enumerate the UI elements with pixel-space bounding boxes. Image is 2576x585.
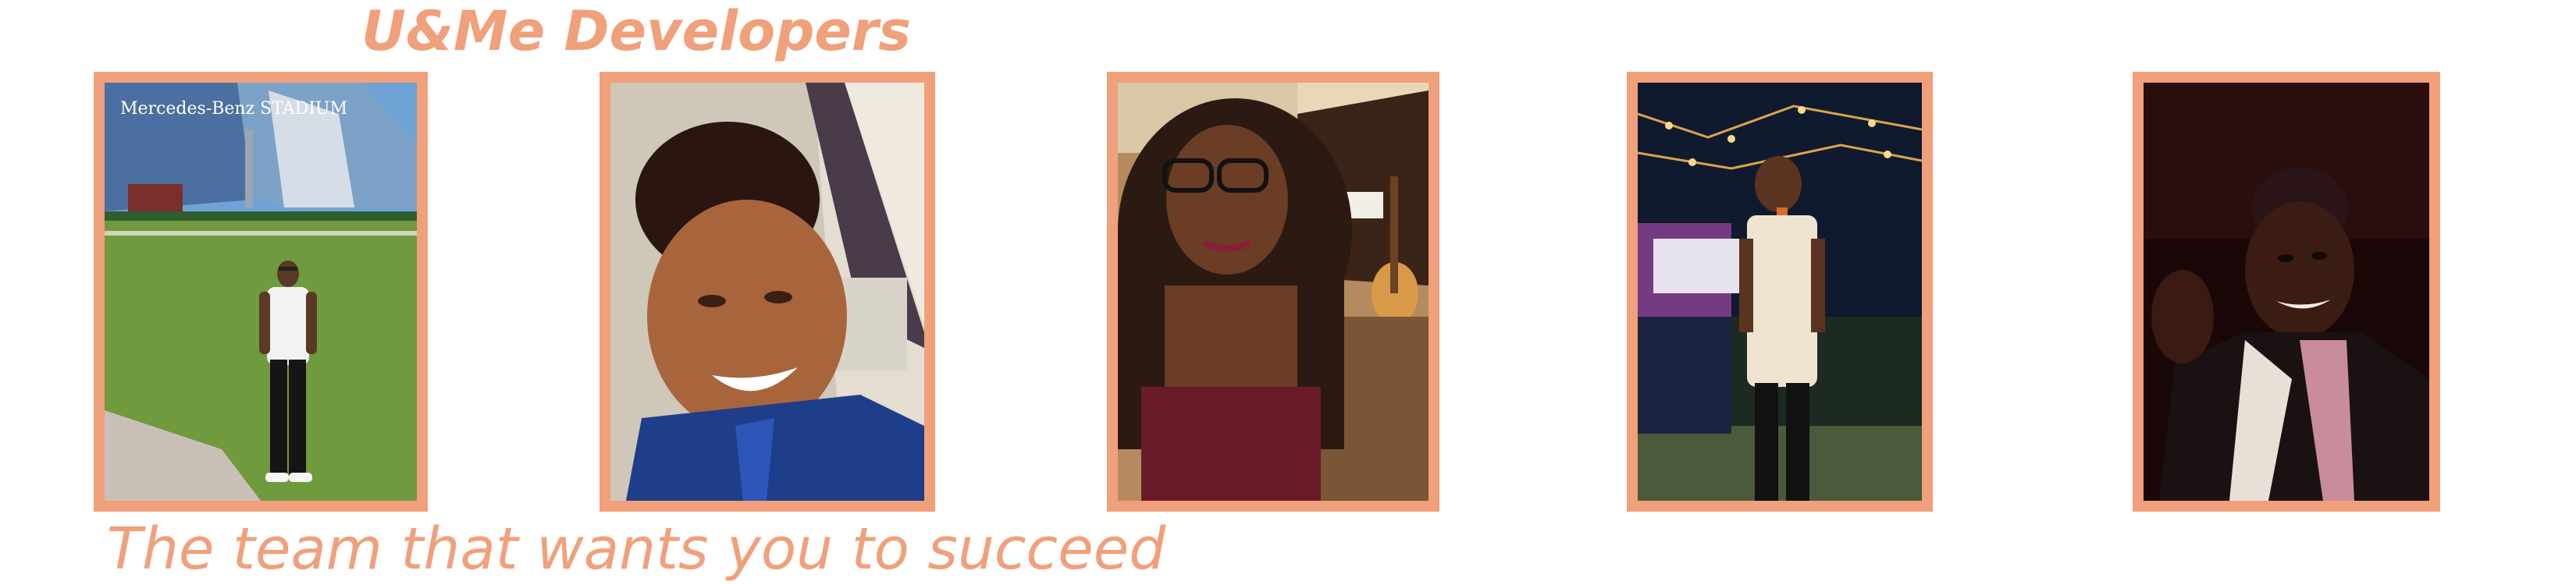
stadium-sign: Mercedes-Benz STADIUM [120,99,347,119]
photo-night [2144,83,2429,501]
page-title: U&Me Developers [361,0,911,63]
team-photo-1: Mercedes-Benz STADIUM [94,72,428,512]
team-photo-4 [1627,72,1933,512]
photo-portrait [1118,83,1429,501]
team-photo-3 [1107,72,1439,512]
photo-stadium: Mercedes-Benz STADIUM [105,83,417,501]
photo-selfie [610,83,924,501]
team-photo-5 [2133,72,2440,512]
team-photo-2 [600,72,935,512]
photo-festival [1638,83,1922,501]
tagline: The team that wants you to succeed [106,516,1166,583]
